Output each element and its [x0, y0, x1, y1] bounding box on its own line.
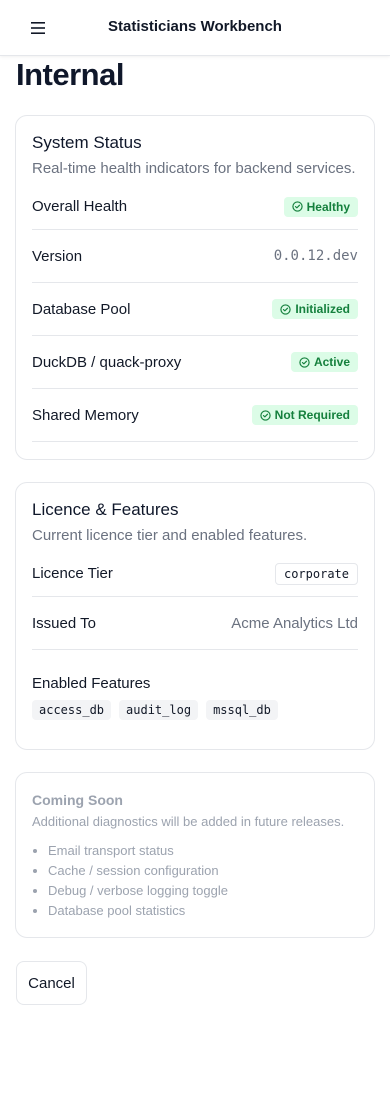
- status-row-overall-health: Overall Health Healthy: [32, 184, 358, 230]
- cancel-button[interactable]: Cancel: [16, 961, 87, 1005]
- coming-soon-subtitle: Additional diagnostics will be added in …: [32, 814, 345, 829]
- coming-soon-card: Coming Soon Additional diagnostics will …: [15, 772, 375, 938]
- feature-chip: mssql_db: [206, 700, 278, 720]
- status-row-label: Overall Health: [32, 198, 128, 215]
- page-title: Internal: [16, 57, 124, 92]
- check-circle-icon: [280, 303, 291, 315]
- status-badge: Healthy: [283, 196, 358, 217]
- licence-title: Licence & Features: [32, 500, 179, 519]
- list-item: Database pool statistics: [48, 901, 358, 921]
- licence-tier-label: Licence Tier: [32, 565, 113, 582]
- issued-to-row: Issued To Acme Analytics Ltd: [32, 597, 358, 650]
- status-badge-label: Not Required: [274, 408, 350, 422]
- licence-tier-row: Licence Tier corporate: [32, 551, 358, 597]
- licence-card: Licence & Features Current licence tier …: [15, 482, 375, 750]
- issued-to-value: Acme Analytics Ltd: [231, 614, 358, 632]
- list-item: Email transport status: [48, 841, 358, 861]
- status-row-label: Shared Memory: [32, 406, 139, 424]
- system-status-title: System Status: [32, 133, 142, 152]
- status-badge: Initialized: [272, 299, 358, 319]
- issued-to-label: Issued To: [32, 614, 96, 632]
- feature-chips: access_db audit_log mssql_db: [32, 700, 358, 720]
- coming-soon-list: Email transport status Cache / session c…: [32, 841, 358, 921]
- status-row-label: Database Pool: [32, 300, 131, 318]
- licence-subtitle: Current licence tier and enabled feature…: [32, 527, 308, 544]
- check-circle-icon: [299, 356, 310, 368]
- enabled-features-label: Enabled Features: [32, 675, 151, 692]
- status-row-version: Version 0.0.12.dev: [32, 230, 358, 283]
- list-item: Cache / session configuration: [48, 861, 358, 881]
- system-status-subtitle: Real-time health indicators for backend …: [32, 160, 356, 177]
- version-value: 0.0.12.dev: [273, 248, 358, 264]
- status-row-database-pool: Database Pool Initialized: [32, 283, 358, 336]
- status-row-label: DuckDB / quack-proxy: [32, 353, 182, 371]
- system-status-card: System Status Real-time health indicator…: [15, 115, 375, 460]
- app-title: Statisticians Workbench: [108, 18, 282, 35]
- feature-chip: access_db: [32, 700, 112, 720]
- coming-soon-title: Coming Soon: [32, 792, 123, 808]
- status-row-duckdb: DuckDB / quack-proxy Active: [32, 336, 358, 389]
- check-circle-icon: [291, 201, 303, 212]
- top-bar: Statisticians Workbench: [0, 0, 390, 56]
- list-item: Debug / verbose logging toggle: [48, 881, 358, 901]
- status-badge: Not Required: [251, 405, 358, 425]
- feature-chip: audit_log: [119, 700, 199, 720]
- status-badge-label: Active: [313, 355, 350, 369]
- status-badge-label: Healthy: [306, 199, 350, 214]
- status-row-label: Version: [32, 247, 83, 265]
- status-row-shared-memory: Shared Memory Not Required: [32, 389, 358, 442]
- status-badge-label: Initialized: [295, 302, 350, 316]
- licence-tier-value: corporate: [274, 562, 358, 585]
- check-circle-icon: [259, 409, 271, 421]
- status-badge: Active: [290, 352, 358, 372]
